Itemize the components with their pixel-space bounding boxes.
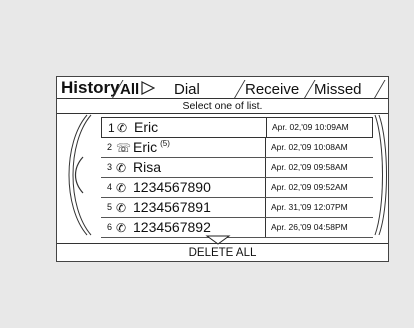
entry-name: Eric <box>134 119 159 135</box>
tab-receive[interactable]: Receive <box>245 81 299 98</box>
tab-missed[interactable]: Missed <box>314 81 362 98</box>
tab-all[interactable]: All <box>120 81 139 98</box>
entry-name: Risa <box>133 159 162 175</box>
entry-date: Apr. 02,'09 10:08AM <box>265 138 371 157</box>
entry-date: Apr. 02,'09 10:09AM <box>266 118 372 137</box>
history-title: History <box>61 78 120 97</box>
entry-index: 3 <box>107 162 113 172</box>
entry-name: 1234567890 <box>133 179 211 195</box>
list-item[interactable]: 2 ☏ Eric (5) Apr. 02,'09 10:08AM <box>101 138 373 158</box>
cursor-icon <box>141 81 155 95</box>
tab-separator <box>233 80 246 99</box>
missed-call-icon: ☏ <box>116 141 132 155</box>
entry-name: 1234567891 <box>133 199 211 215</box>
entry-index: 6 <box>107 222 113 232</box>
phone-dial-icon: ✆ <box>117 121 128 135</box>
phone-dial-icon: ✆ <box>116 221 127 235</box>
list-frame-right <box>374 114 387 236</box>
entry-name: Eric (5) <box>133 139 170 155</box>
scroll-indicator[interactable] <box>63 113 93 237</box>
list-item[interactable]: 5 ✆ 1234567891 Apr. 31,'09 12:07PM <box>101 198 373 218</box>
entry-index: 1 <box>108 121 115 135</box>
list-item[interactable]: 1 ✆ Eric Apr. 02,'09 10:09AM <box>101 117 373 138</box>
call-history-list: 1 ✆ Eric Apr. 02,'09 10:09AM 2 ☏ Eric (5)… <box>101 117 373 238</box>
phone-dial-icon: ✆ <box>116 181 127 195</box>
list-item[interactable]: 6 ✆ 1234567892 Apr. 26,'09 04:58PM <box>101 218 373 238</box>
list-item[interactable]: 3 ✆ Risa Apr. 02,'09 09:58AM <box>101 158 373 178</box>
phone-dial-icon: ✆ <box>116 161 127 175</box>
entry-date: Apr. 26,'09 04:58PM <box>265 218 371 237</box>
delete-all-button[interactable]: DELETE ALL <box>57 243 388 263</box>
entry-date: Apr. 02,'09 09:58AM <box>265 158 371 177</box>
entry-date: Apr. 02,'09 09:52AM <box>265 178 371 197</box>
history-screen: History All Dial Receive Missed Select o… <box>56 76 389 262</box>
tab-dial[interactable]: Dial <box>174 81 200 98</box>
history-header: History All Dial Receive Missed <box>57 77 388 99</box>
instruction-text: Select one of list. <box>57 99 388 114</box>
list-item[interactable]: 4 ✆ 1234567890 Apr. 02,'09 09:52AM <box>101 178 373 198</box>
phone-dial-icon: ✆ <box>116 201 127 215</box>
call-count: (5) <box>160 139 170 149</box>
entry-name: 1234567892 <box>133 219 211 235</box>
entry-index: 5 <box>107 202 113 212</box>
entry-index: 2 <box>107 142 113 152</box>
tab-separator <box>373 80 386 99</box>
entry-date: Apr. 31,'09 12:07PM <box>265 198 371 217</box>
entry-index: 4 <box>107 182 113 192</box>
